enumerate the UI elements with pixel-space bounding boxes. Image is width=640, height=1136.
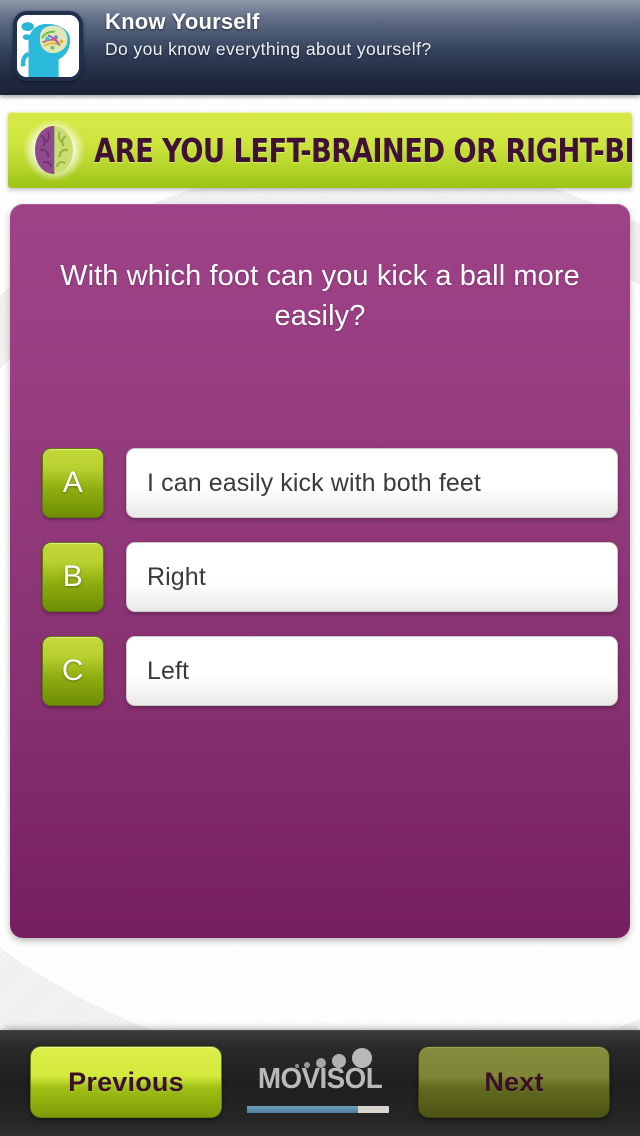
answer-letter-b: B xyxy=(42,542,104,612)
previous-button[interactable]: Previous xyxy=(30,1046,222,1118)
app-header: Know Yourself Do you know everything abo… xyxy=(0,0,640,95)
brand-block: MOVISOL xyxy=(240,1046,400,1120)
next-button[interactable]: Next xyxy=(418,1046,610,1118)
answer-text-c[interactable]: Left xyxy=(126,636,618,706)
quiz-progress-fill xyxy=(247,1106,358,1113)
split-brain-icon xyxy=(22,118,86,182)
answer-option-c[interactable]: C Left xyxy=(42,636,618,706)
answer-option-b[interactable]: B Right xyxy=(42,542,618,612)
answer-letter-c: C xyxy=(42,636,104,706)
quiz-banner: ARE YOU LEFT-BRAINED OR RIGHT-BRAINED? xyxy=(8,112,632,188)
app-title: Know Yourself xyxy=(105,9,260,34)
answer-text-a[interactable]: I can easily kick with both feet xyxy=(126,448,618,518)
bottom-navigation-bar: Previous MOVISOL Next xyxy=(0,1030,640,1136)
brand-name: MOVISOL xyxy=(257,1062,383,1095)
question-text: With which foot can you kick a ball more… xyxy=(60,260,580,332)
app-subtitle: Do you know everything about yourself? xyxy=(105,39,432,59)
banner-title: ARE YOU LEFT-BRAINED OR RIGHT-BRAINED? xyxy=(94,130,632,170)
answer-option-a[interactable]: A I can easily kick with both feet xyxy=(42,448,618,518)
answer-list: A I can easily kick with both feet B Rig… xyxy=(42,448,618,730)
answer-text-b[interactable]: Right xyxy=(126,542,618,612)
answer-letter-a: A xyxy=(42,448,104,518)
answer-label-a: I can easily kick with both feet xyxy=(147,469,481,497)
header-text-block: Know Yourself Do you know everything abo… xyxy=(105,8,632,62)
answer-label-c: Left xyxy=(147,657,190,685)
answer-label-b: Right xyxy=(147,563,206,591)
brain-head-icon xyxy=(13,11,83,81)
question-card: With which foot can you kick a ball more… xyxy=(10,204,630,938)
quiz-progress-bar xyxy=(247,1106,389,1113)
